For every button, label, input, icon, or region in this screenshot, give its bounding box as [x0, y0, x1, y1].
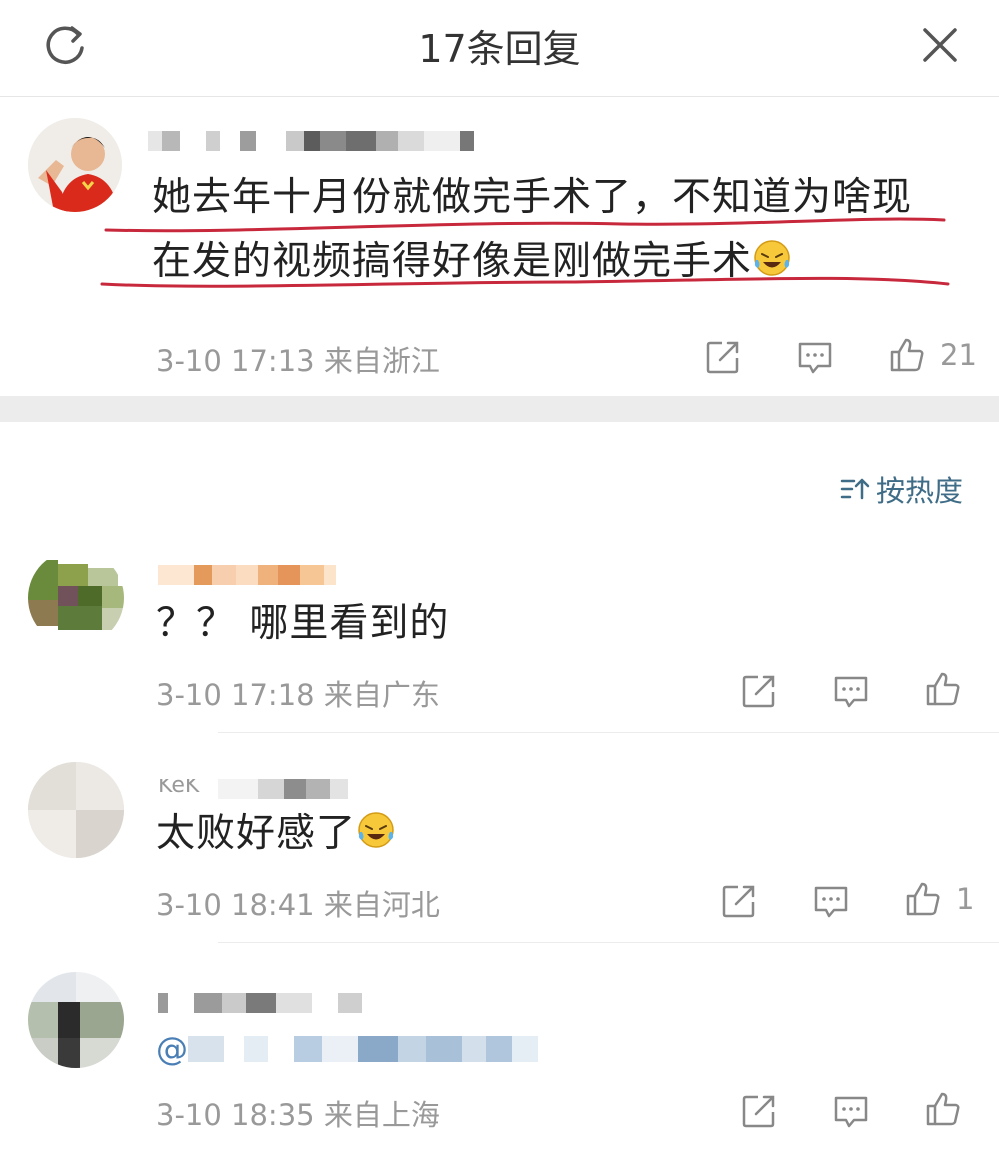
share-icon[interactable]: [740, 1092, 778, 1130]
close-icon[interactable]: [917, 22, 963, 68]
red-underline-2: [100, 276, 950, 288]
reply-text: 太败好感了: [156, 811, 357, 856]
sort-icon: [840, 478, 870, 500]
share-icon[interactable]: [704, 338, 742, 376]
username-blurred[interactable]: [148, 128, 474, 154]
reply-meta: 3-10 18:41 来自河北: [156, 888, 440, 922]
like-count: 21: [940, 338, 977, 372]
thumbs-up-icon[interactable]: [888, 336, 926, 374]
username-partial[interactable]: KeK: [158, 776, 348, 802]
divider: [218, 732, 999, 733]
thumbs-up-icon[interactable]: [924, 1090, 962, 1128]
section-gap: [0, 396, 999, 422]
avatar[interactable]: [28, 118, 122, 212]
comment-icon[interactable]: [796, 338, 834, 376]
comment-icon[interactable]: [812, 882, 850, 920]
reply-text-blurred: @: [156, 1030, 538, 1068]
avatar[interactable]: [28, 972, 124, 1068]
username-blurred[interactable]: [158, 990, 362, 1016]
comment-icon[interactable]: [832, 672, 870, 710]
thumbs-up-icon[interactable]: [904, 880, 942, 918]
username-blurred[interactable]: [158, 562, 336, 588]
like-count: 1: [956, 882, 975, 916]
thumbs-up-icon[interactable]: [924, 670, 962, 708]
mention-symbol: @: [156, 1030, 188, 1068]
avatar[interactable]: [28, 550, 124, 646]
divider: [218, 942, 999, 943]
comment-meta: 3-10 17:13 来自浙江: [156, 344, 440, 378]
header-title: 17条回复: [418, 27, 581, 71]
reply-text-line: 太败好感了: [156, 802, 396, 866]
reply-meta: 3-10 18:35 来自上海: [156, 1098, 440, 1132]
reply-meta: 3-10 17:18 来自广东: [156, 678, 440, 712]
avatar[interactable]: [28, 762, 124, 858]
share-icon[interactable]: [740, 672, 778, 710]
reply-text: ？？ 哪里看到的: [156, 601, 450, 646]
sort-button[interactable]: 按热度: [840, 468, 963, 510]
username-partial-text: KeK: [158, 779, 200, 798]
laughing-tears-emoji: [358, 812, 394, 848]
share-icon[interactable]: [720, 882, 758, 920]
reply-header: 17条回复: [0, 0, 999, 97]
comment-icon[interactable]: [832, 1092, 870, 1130]
sort-label: 按热度: [875, 474, 963, 508]
